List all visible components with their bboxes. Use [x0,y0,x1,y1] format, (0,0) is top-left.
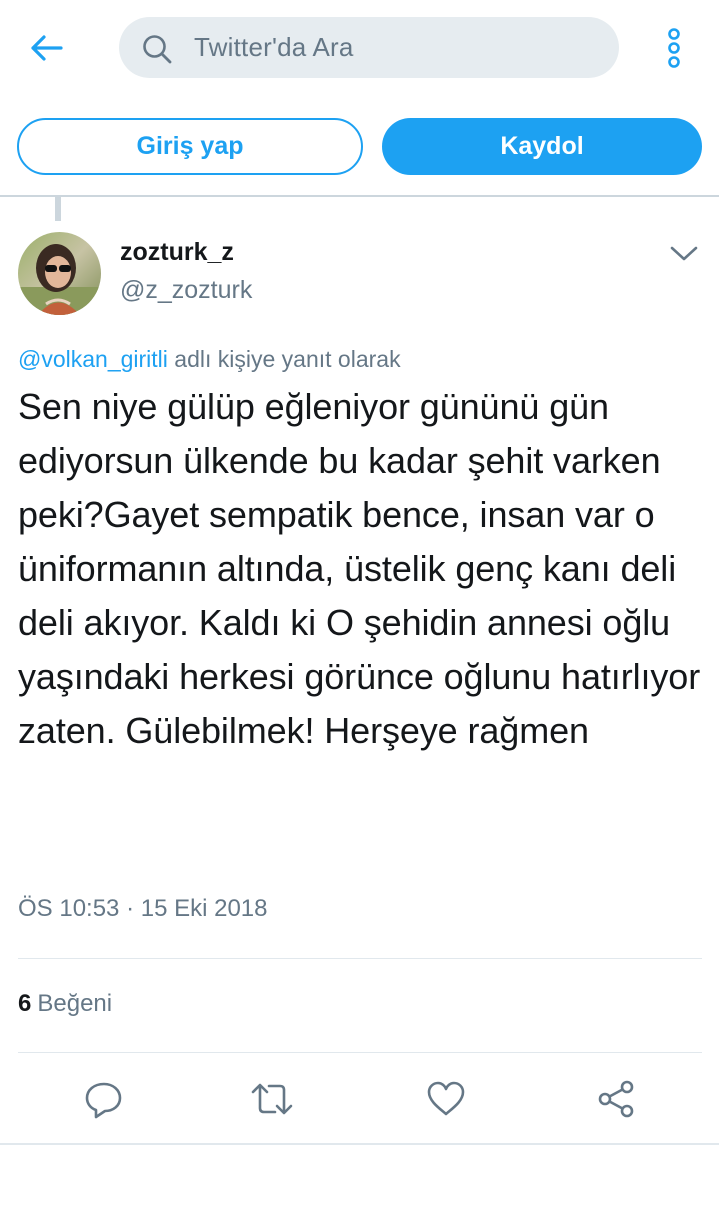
chevron-down-icon [670,246,698,261]
author-name[interactable]: zozturk_z [120,238,234,267]
divider [0,195,719,197]
reply-button[interactable] [80,1075,128,1123]
divider [18,1052,702,1053]
avatar[interactable] [18,232,101,315]
share-icon [598,1080,634,1118]
search-placeholder: Twitter'da Ara [194,32,354,62]
divider [0,1143,719,1145]
tweet-menu-button[interactable] [666,238,702,270]
tweet-text: Sen niye gülüp eğleniyor gününü gün ediy… [18,386,701,751]
reply-context-text: adlı kişiye yanıt olarak [167,346,401,372]
login-button[interactable]: Giriş yap [17,118,363,175]
thread-connector [55,197,61,221]
reply-icon [85,1082,122,1119]
reply-mention-link[interactable]: @volkan_giritli [18,346,168,372]
like-icon [427,1081,465,1116]
like-button[interactable] [422,1075,470,1123]
avatar-image [18,232,101,315]
reply-context: @volkan_giritli adlı kişiye yanıt olarak [18,346,401,373]
search-input[interactable]: Twitter'da Ara [119,17,619,78]
divider [18,958,702,959]
tweet-actions [0,1075,719,1123]
likes-label: Beğeni [37,990,113,1017]
vertical-dots-icon [668,28,680,68]
signup-button[interactable]: Kaydol [382,118,702,175]
search-icon [143,35,172,64]
likes-number: 6 [18,990,32,1017]
auth-bar: Giriş yap Kaydol [0,118,719,176]
back-button[interactable] [24,28,68,68]
retweet-icon [251,1083,293,1115]
arrow-left-icon [31,35,63,61]
top-bar: Twitter'da Ara [0,0,719,100]
retweet-button[interactable] [248,1075,296,1123]
likes-count[interactable]: 6 Beğeni [18,990,112,1018]
tweet-timestamp: ÖS 10:53 · 15 Eki 2018 [18,895,268,922]
author-handle[interactable]: @z_zozturk [120,276,252,305]
share-button[interactable] [592,1075,640,1123]
more-options-button[interactable] [658,26,690,70]
